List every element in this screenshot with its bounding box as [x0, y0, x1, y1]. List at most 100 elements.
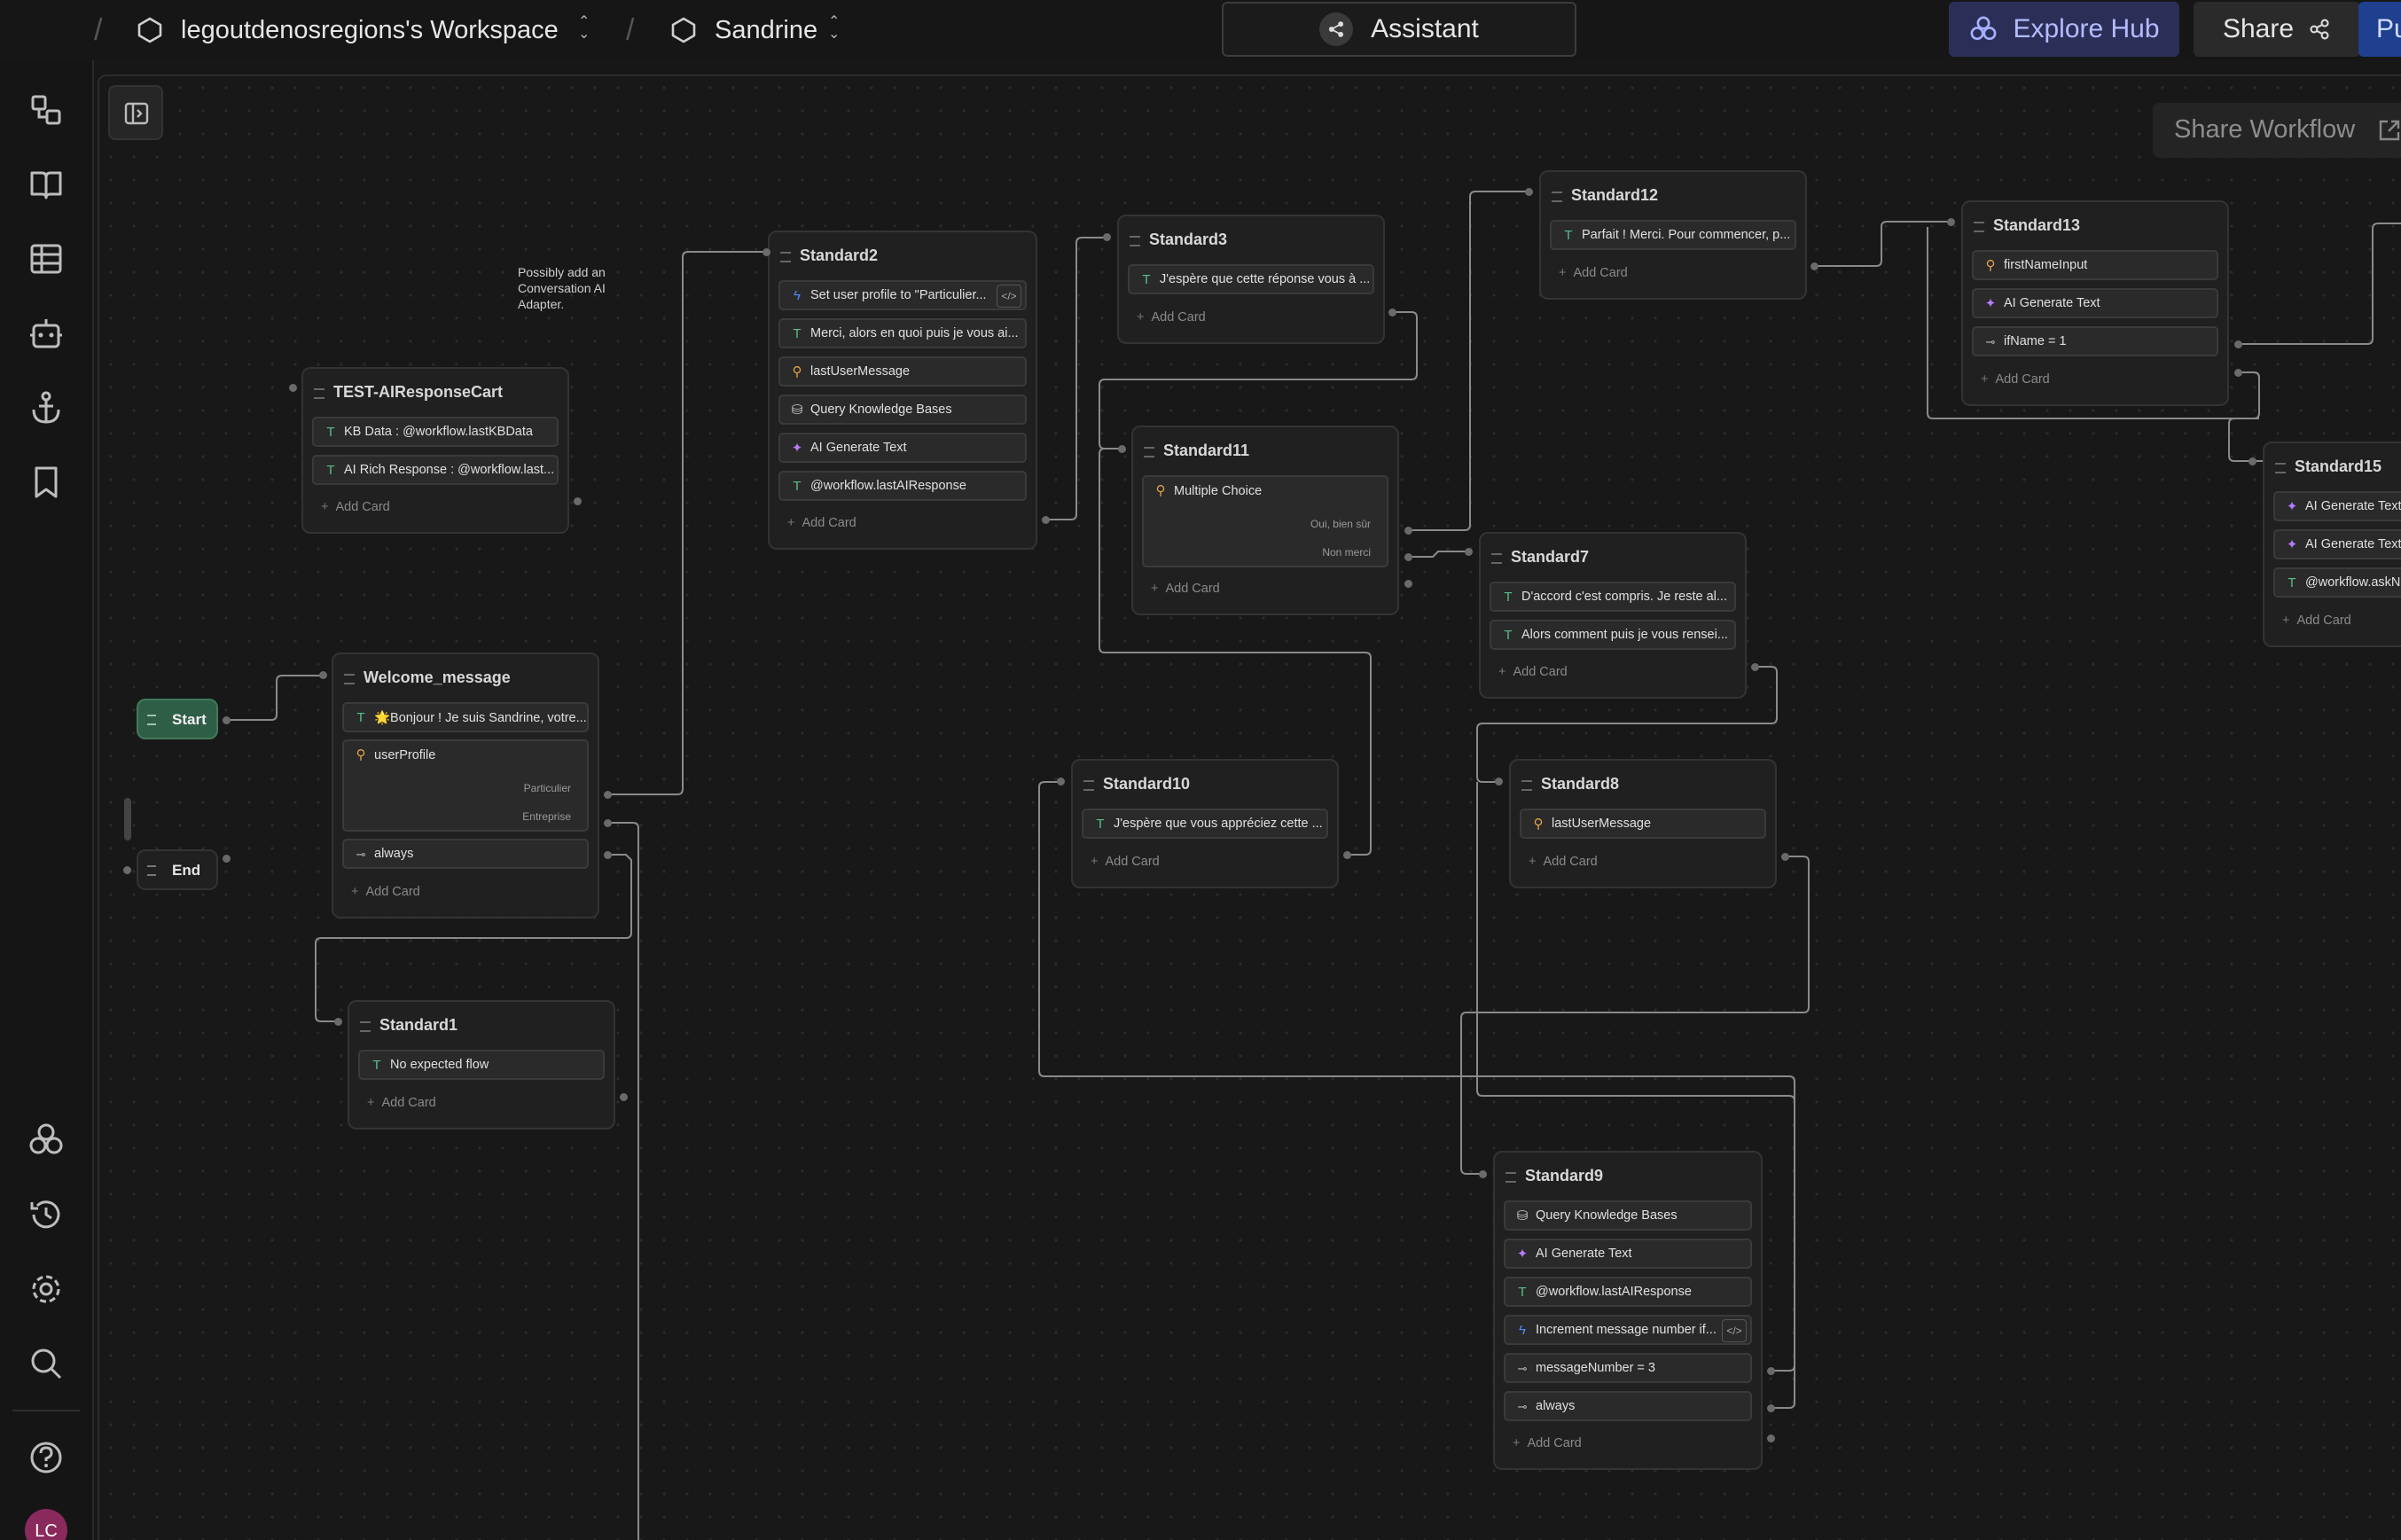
ai-card[interactable]: ✦ AI Generate Text — [1972, 288, 2218, 318]
text-card[interactable]: T @workflow.lastAIResponse — [1504, 1277, 1752, 1307]
drag-handle-icon[interactable] — [1552, 192, 1562, 202]
condition-card[interactable]: ⊸ messageNumber = 3 — [1504, 1353, 1752, 1383]
panel-toggle-button[interactable] — [108, 85, 163, 140]
add-card-button[interactable]: Add Card — [367, 1096, 435, 1110]
drag-handle-icon[interactable] — [780, 252, 791, 262]
add-card-button[interactable]: Add Card — [351, 885, 419, 899]
drag-handle-icon[interactable] — [1083, 780, 1094, 791]
out-port[interactable] — [1042, 516, 1050, 524]
in-port[interactable] — [289, 384, 297, 392]
in-port[interactable] — [1479, 1170, 1487, 1178]
out-port[interactable] — [1767, 1434, 1775, 1442]
input-card[interactable]: ⚲ firstNameInput — [1972, 250, 2218, 280]
text-card[interactable]: T KB Data : @workflow.lastKBData — [312, 417, 559, 447]
out-port[interactable] — [620, 1093, 628, 1101]
node-standard8[interactable]: Standard8 ⚲lastUserMessage Add Card — [1509, 759, 1777, 888]
project-name[interactable]: Sandrine — [715, 0, 817, 60]
share-button[interactable]: Share — [2194, 2, 2360, 57]
drag-handle-icon[interactable] — [344, 674, 355, 684]
out-port[interactable] — [2234, 369, 2242, 377]
explore-hub-button[interactable]: Explore Hub — [1949, 2, 2179, 57]
robot-icon[interactable] — [27, 314, 66, 353]
in-port[interactable] — [2248, 457, 2256, 465]
out-port[interactable] — [1767, 1367, 1775, 1375]
text-card[interactable]: T Alors comment puis je vous rensei... — [1490, 620, 1736, 650]
text-card[interactable]: T J'espère que vous appréciez cette ... — [1082, 809, 1328, 839]
out-port[interactable] — [1751, 663, 1759, 671]
text-card[interactable]: T J'espère que cette réponse vous à ... — [1128, 264, 1374, 294]
input-card[interactable]: ⚲ lastUserMessage — [1520, 809, 1766, 839]
end-in-port[interactable] — [123, 866, 131, 874]
assistant-button[interactable]: Assistant — [1222, 2, 1576, 57]
ai-card[interactable]: ✦ AI Generate Text — [2273, 491, 2401, 521]
hub-icon[interactable] — [27, 1121, 66, 1160]
out-port[interactable] — [1404, 580, 1412, 588]
share-workflow-button[interactable]: Share Workflow — [2153, 103, 2401, 158]
ai-card[interactable]: ✦ AI Generate Text — [2273, 529, 2401, 559]
add-card-button[interactable]: Add Card — [1137, 310, 1205, 324]
kb-card[interactable]: ⛁ Query Knowledge Bases — [778, 395, 1027, 425]
kb-card[interactable]: ⛁ Query Knowledge Bases — [1504, 1200, 1752, 1231]
node-standard15[interactable]: Standard15 ✦ AI Generate Text ✦ AI Generat… — [2263, 442, 2401, 647]
node-standard13[interactable]: Standard13 ⚲ firstNameInput ✦ AI Generate … — [1961, 200, 2229, 406]
add-card-button[interactable]: Add Card — [1981, 372, 2049, 387]
in-port[interactable] — [334, 1018, 342, 1026]
action-card[interactable]: ϟ Set user profile to "Particulier... </> — [778, 280, 1027, 310]
workspace-name[interactable]: legoutdenosregions's Workspace — [181, 0, 559, 60]
end-out-port[interactable] — [223, 855, 231, 863]
in-port[interactable] — [1525, 188, 1533, 196]
settings-icon[interactable] — [27, 1270, 66, 1309]
choice-card[interactable]: ⚲ userProfile Particulier Entreprise — [342, 739, 589, 832]
add-card-button[interactable]: Add Card — [787, 516, 856, 530]
out-port[interactable] — [1404, 553, 1412, 561]
out-port[interactable] — [1388, 309, 1396, 317]
choice-option[interactable]: Entreprise — [522, 810, 571, 823]
avatar[interactable]: LC — [25, 1509, 67, 1540]
text-card[interactable]: T @workflow.lastAIResponse — [778, 471, 1027, 501]
choice-option[interactable]: Non merci — [1322, 546, 1371, 559]
code-icon[interactable]: </> — [997, 285, 1021, 308]
start-node[interactable]: Start — [137, 699, 218, 739]
text-card[interactable]: T @workflow.askNa — [2273, 567, 2401, 598]
add-card-button[interactable]: Add Card — [1151, 582, 1219, 596]
drag-handle-icon[interactable] — [314, 388, 325, 399]
history-icon[interactable] — [27, 1195, 66, 1234]
help-icon[interactable] — [27, 1438, 66, 1477]
condition-card[interactable]: ⊸ always — [342, 839, 589, 869]
add-card-button[interactable]: Add Card — [321, 500, 389, 514]
condition-card[interactable]: ⊸ always — [1504, 1391, 1752, 1421]
text-card[interactable]: T D'accord c'est compris. Je reste al... — [1490, 582, 1736, 612]
node-standard9[interactable]: Standard9 ⛁ Query Knowledge Bases ✦ AI Gen… — [1493, 1151, 1763, 1470]
in-port[interactable] — [1118, 445, 1126, 453]
bookmark-icon[interactable] — [27, 463, 66, 502]
out-port[interactable] — [1404, 527, 1412, 535]
in-port[interactable] — [1495, 778, 1503, 786]
code-icon[interactable]: </> — [1722, 1319, 1747, 1342]
flow-icon[interactable] — [27, 90, 66, 129]
add-card-button[interactable]: Add Card — [1498, 665, 1567, 679]
end-node[interactable]: End — [137, 849, 218, 890]
condition-card[interactable]: ⊸ ifName = 1 — [1972, 326, 2218, 356]
out-port[interactable] — [604, 819, 612, 827]
drag-handle-icon[interactable] — [1491, 553, 1502, 564]
scroll-handle[interactable] — [124, 798, 131, 840]
in-port[interactable] — [1057, 778, 1065, 786]
in-port[interactable] — [319, 671, 327, 679]
text-card[interactable]: T Merci, alors en quoi puis je vous ai... — [778, 318, 1027, 348]
drag-handle-icon[interactable] — [1521, 780, 1532, 791]
in-port[interactable] — [1465, 548, 1473, 556]
add-card-button[interactable]: Add Card — [1513, 1436, 1581, 1450]
search-icon[interactable] — [27, 1344, 66, 1383]
drag-handle-icon[interactable] — [147, 865, 156, 876]
anchor-icon[interactable] — [27, 388, 66, 427]
node-standard2[interactable]: Standard2 ϟ Set user profile to "Particul… — [768, 231, 1037, 550]
start-out-port[interactable] — [223, 716, 231, 724]
out-port[interactable] — [1781, 853, 1789, 861]
drag-handle-icon[interactable] — [1144, 447, 1154, 457]
add-card-button[interactable]: Add Card — [1091, 855, 1159, 869]
drag-handle-icon[interactable] — [2275, 463, 2286, 473]
in-port[interactable] — [1947, 218, 1955, 226]
out-port[interactable] — [1811, 262, 1818, 270]
chevron-updown-icon[interactable]: ⌃ ⌄ — [828, 15, 840, 42]
choice-card[interactable]: ⚲ Multiple Choice Oui, bien sûr Non merci — [1142, 475, 1388, 567]
